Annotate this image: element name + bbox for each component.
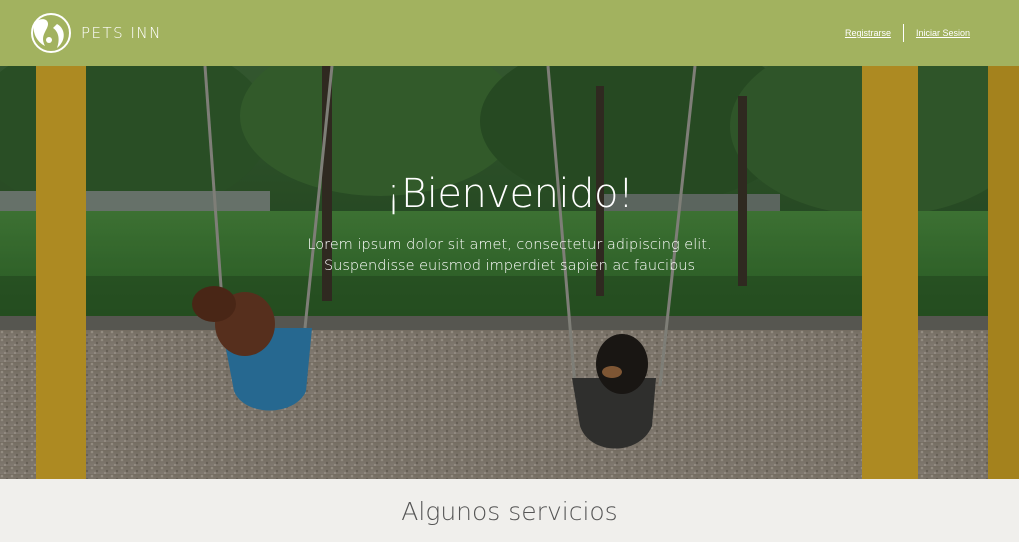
brand-name: PETS INN: [81, 24, 162, 42]
hero-title: ¡Bienvenido!: [385, 171, 634, 217]
brand-logo[interactable]: PETS INN: [27, 12, 162, 54]
nav-divider: [902, 24, 904, 42]
top-navbar: PETS INN Registrarse Iniciar Sesion: [0, 0, 1019, 66]
services-section: Algunos servicios: [0, 479, 1019, 542]
hero-subtitle-line-1: Lorem ipsum dolor sit amet, consectetur …: [307, 237, 712, 253]
login-link[interactable]: Iniciar Sesion: [916, 28, 970, 38]
pets-inn-logo-icon: [27, 12, 75, 54]
hero-banner: ¡Bienvenido! Lorem ipsum dolor sit amet,…: [0, 66, 1019, 479]
hero-subtitle-line-2: Suspendisse euismod imperdiet sapien ac …: [323, 258, 696, 274]
auth-links: Registrarse Iniciar Sesion: [845, 24, 970, 42]
hero-text-block: ¡Bienvenido! Lorem ipsum dolor sit amet,…: [0, 170, 1019, 277]
services-heading: Algunos servicios: [401, 497, 618, 526]
hero-subtitle: Lorem ipsum dolor sit amet, consectetur …: [0, 235, 1019, 277]
register-link[interactable]: Registrarse: [845, 28, 891, 38]
